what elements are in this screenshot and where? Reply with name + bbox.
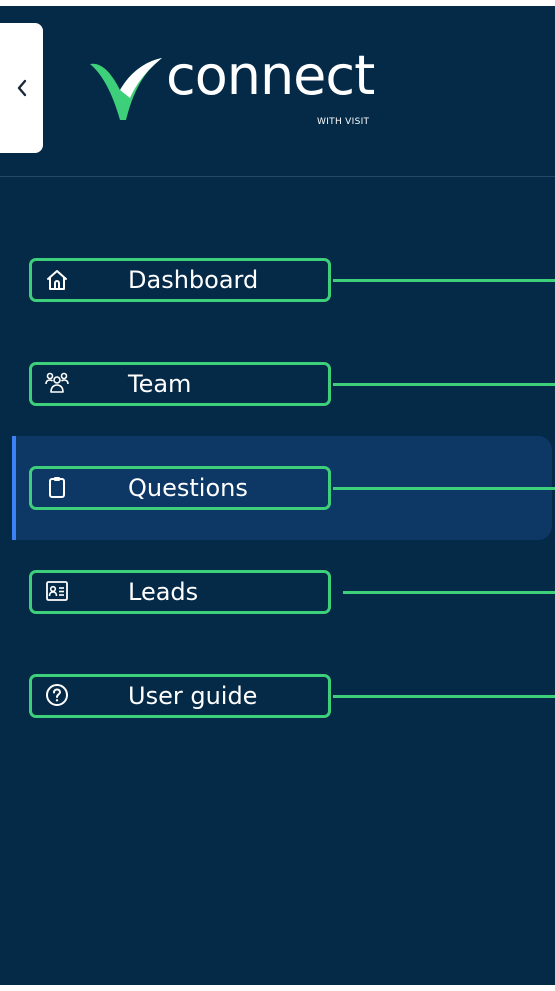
highlight-pointer	[333, 487, 555, 490]
app-logo: connect WITH VISIT	[90, 44, 410, 128]
chevron-left-icon	[17, 79, 26, 97]
logo-check-mark-icon	[90, 58, 162, 120]
logo-wordmark: connect	[166, 44, 375, 107]
sidebar-item-questions[interactable]: Questions	[0, 459, 555, 519]
collapse-sidebar-button[interactable]	[0, 23, 43, 153]
logo-tagline: WITH VISIT	[317, 117, 370, 127]
team-icon	[45, 371, 69, 395]
help-circle-icon	[45, 683, 69, 707]
sidebar-item-label: Dashboard	[128, 266, 259, 294]
sidebar: connect WITH VISIT Dashboard Team Questi…	[0, 6, 555, 985]
highlight-pointer	[333, 383, 555, 386]
sidebar-item-label: Leads	[128, 578, 199, 606]
highlight-pointer	[343, 591, 555, 594]
highlight-pointer	[333, 279, 555, 282]
sidebar-item-label: User guide	[128, 682, 258, 710]
sidebar-item-user-guide[interactable]: User guide	[0, 667, 555, 727]
contact-card-icon	[45, 579, 69, 603]
sidebar-item-label: Questions	[128, 474, 248, 502]
sidebar-item-team[interactable]: Team	[0, 355, 555, 415]
clipboard-icon	[45, 475, 69, 499]
highlight-pointer	[333, 695, 555, 698]
home-icon	[45, 268, 69, 292]
sidebar-item-leads[interactable]: Leads	[0, 563, 555, 623]
sidebar-item-dashboard[interactable]: Dashboard	[0, 251, 555, 311]
header-divider	[0, 176, 555, 177]
sidebar-item-label: Team	[128, 370, 192, 398]
